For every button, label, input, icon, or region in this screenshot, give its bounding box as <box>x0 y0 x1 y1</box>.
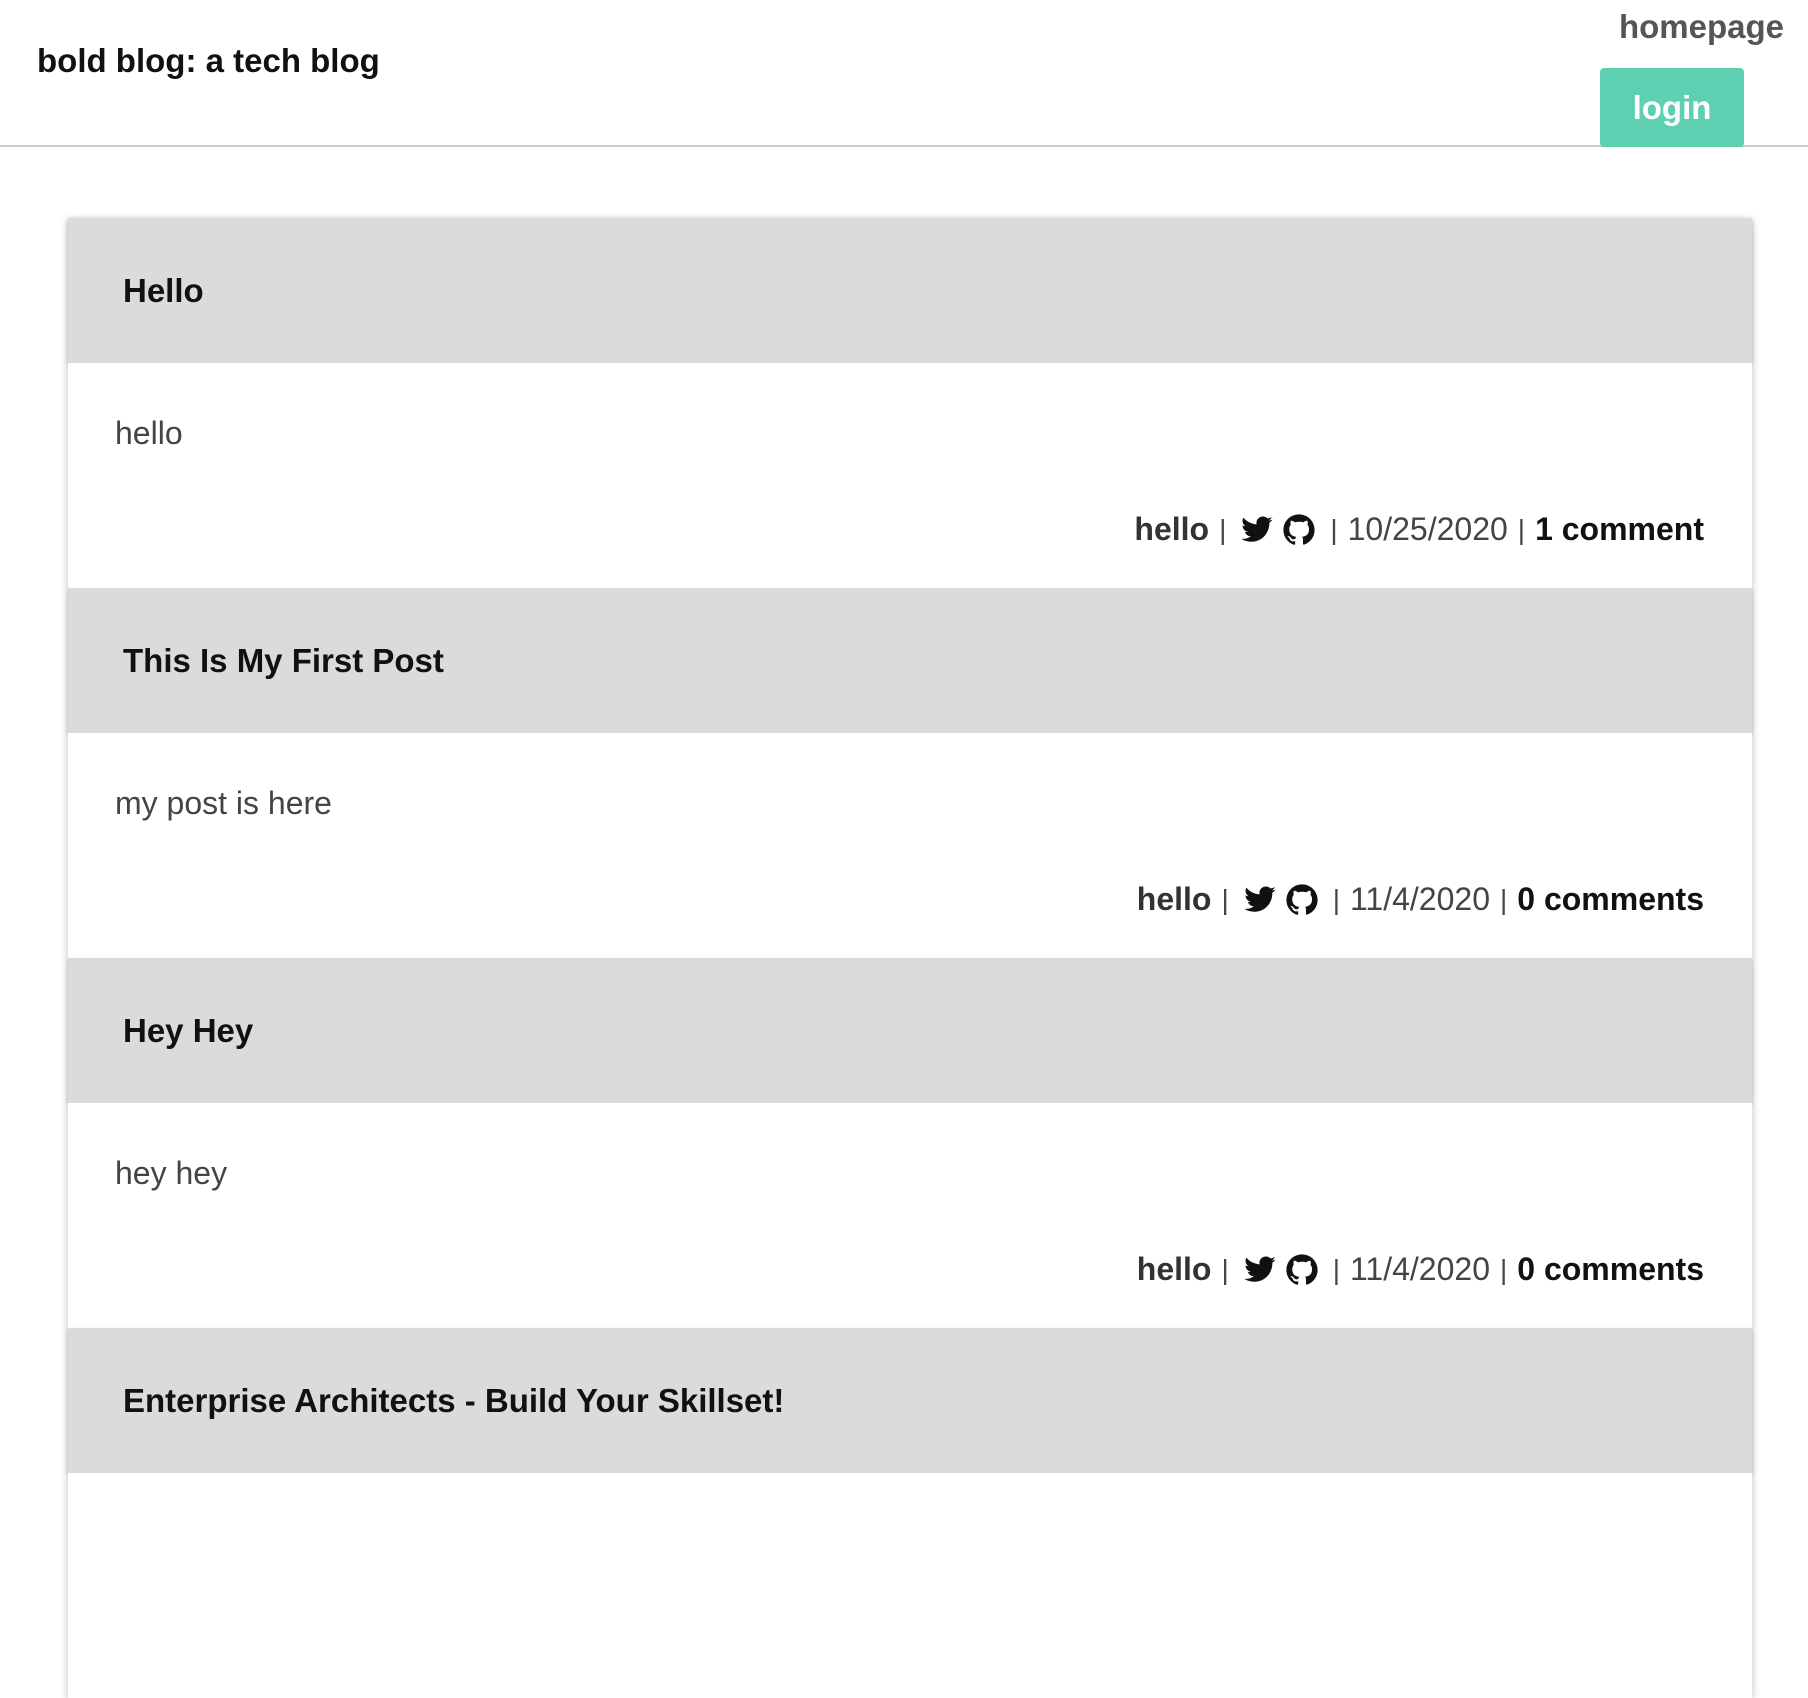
post-content: my post is here <box>115 785 332 821</box>
post-date: 11/4/2020 <box>1350 881 1490 917</box>
homepage-link[interactable]: homepage <box>1619 8 1784 46</box>
post-meta: hello | | 11/4/2020 | 0 comments <box>1137 881 1704 918</box>
post-author[interactable]: hello <box>1134 511 1209 548</box>
top-bar: bold blog: a tech blog homepage login <box>0 0 1808 147</box>
post-comments-link[interactable]: 1 comment <box>1535 511 1704 548</box>
post-meta: hello | | 11/4/2020 | 0 comments <box>1137 1251 1704 1288</box>
post-meta: hello | | 10/25/2020 | 1 comment <box>1134 511 1704 548</box>
meta-separator: | <box>1499 1253 1508 1285</box>
post-body: hey hey hello | | 11/4/2020 | 0 comments <box>68 1103 1752 1328</box>
post-feed: Hello hello hello | | 10/25/2020 | 1 com… <box>68 218 1752 1698</box>
twitter-icon[interactable] <box>1243 1253 1277 1287</box>
login-button[interactable]: login <box>1600 68 1744 147</box>
github-icon[interactable] <box>1285 883 1319 917</box>
post-title[interactable]: Hey Hey <box>68 958 1752 1103</box>
github-icon[interactable] <box>1285 1253 1319 1287</box>
post-title[interactable]: Hello <box>68 218 1752 363</box>
post-author[interactable]: hello <box>1137 1251 1212 1288</box>
post-content: hello <box>115 415 183 451</box>
post-body <box>68 1473 1752 1698</box>
site-title: bold blog: a tech blog <box>37 42 380 79</box>
post-title[interactable]: Enterprise Architects - Build Your Skill… <box>68 1328 1752 1473</box>
post-card: Hello hello hello | | 10/25/2020 | 1 com… <box>68 218 1752 588</box>
meta-separator: | <box>1221 1253 1229 1285</box>
post-comments-link[interactable]: 0 comments <box>1517 881 1704 918</box>
meta-separator: | <box>1332 883 1340 915</box>
meta-separator: | <box>1221 883 1229 915</box>
post-date: 10/25/2020 <box>1347 511 1508 547</box>
meta-separator: | <box>1499 883 1508 915</box>
post-body: my post is here hello | | 11/4/2020 | 0 … <box>68 733 1752 958</box>
twitter-icon[interactable] <box>1243 883 1277 917</box>
meta-separator: | <box>1330 513 1338 545</box>
twitter-icon[interactable] <box>1240 513 1274 547</box>
meta-separator: | <box>1332 1253 1340 1285</box>
meta-separator: | <box>1517 513 1526 545</box>
post-card: This Is My First Post my post is here he… <box>68 588 1752 958</box>
post-date: 11/4/2020 <box>1350 1251 1490 1287</box>
post-content: hey hey <box>115 1155 228 1191</box>
github-icon[interactable] <box>1282 513 1316 547</box>
meta-separator: | <box>1219 513 1227 545</box>
post-card: Hey Hey hey hey hello | | 11/4/2020 | 0 … <box>68 958 1752 1328</box>
post-body: hello hello | | 10/25/2020 | 1 comment <box>68 363 1752 588</box>
post-comments-link[interactable]: 0 comments <box>1517 1251 1704 1288</box>
post-title[interactable]: This Is My First Post <box>68 588 1752 733</box>
post-card: Enterprise Architects - Build Your Skill… <box>68 1328 1752 1698</box>
post-author[interactable]: hello <box>1137 881 1212 918</box>
